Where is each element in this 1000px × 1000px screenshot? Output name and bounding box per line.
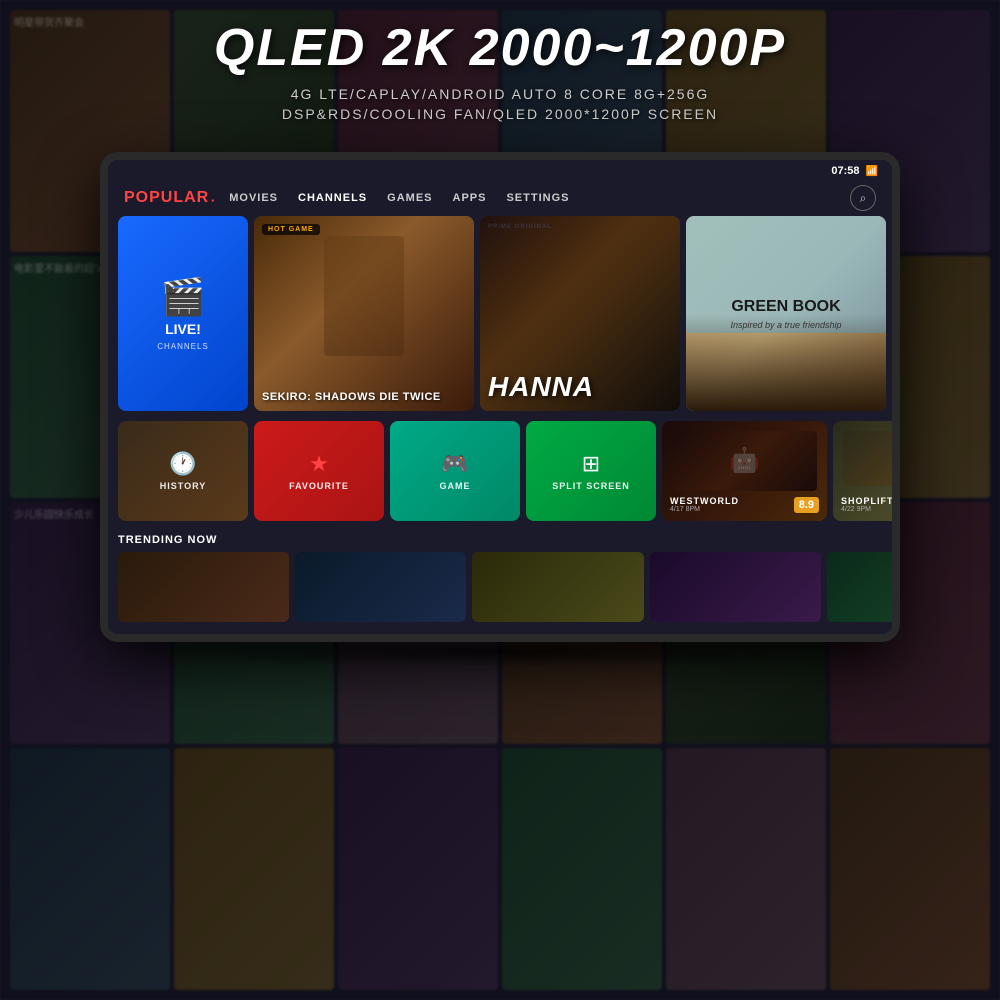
sekiro-title: SEKIRO: SHADOWS DIE TWICE bbox=[262, 391, 466, 403]
nav-item-apps[interactable]: APPS bbox=[453, 192, 487, 204]
hanna-tile[interactable]: PRIME ORIGINAL HANNA bbox=[480, 216, 680, 411]
middle-row: 🕐 HISTORY ★ FAVOURITE 🎮 GAME bbox=[118, 421, 892, 521]
nav-bar: POPULAR MOVIES CHANNELS GAMES APPS SETTI… bbox=[108, 180, 892, 216]
subtitle2: DSP&RDS/COOLING FAN/QLED 2000*1200P SCRE… bbox=[214, 106, 786, 122]
splitscreen-icon: ⊞ bbox=[582, 451, 600, 477]
title-section: QLED 2K 2000~1200P 4G LTE/CAPLAY/ANDROID… bbox=[214, 18, 786, 122]
nav-item-movies[interactable]: MOVIES bbox=[229, 192, 278, 204]
star-icon: ★ bbox=[309, 451, 329, 477]
search-button[interactable]: ⌕ bbox=[850, 185, 876, 211]
history-tile[interactable]: 🕐 HISTORY bbox=[118, 421, 248, 521]
content-area: 🎬 LIVE! CHANNELS HOT GAME SEKIRO: SHADOW… bbox=[118, 216, 882, 624]
westworld-rating: 8.9 bbox=[794, 497, 819, 513]
trending-thumb-4[interactable] bbox=[650, 552, 821, 622]
westworld-ep: 4/17 8PM bbox=[670, 506, 739, 513]
device-mockup: 07:58 📶 POPULAR MOVIES CHANNELS GAMES AP… bbox=[100, 152, 900, 642]
shoplifters-title: SHOPLIFTERS bbox=[841, 496, 892, 506]
camera-icon: 🎬 bbox=[161, 276, 206, 318]
trending-thumb-1[interactable] bbox=[118, 552, 289, 622]
splitscreen-label: SPLIT SCREEN bbox=[552, 481, 630, 491]
game-label: GAME bbox=[440, 481, 471, 491]
clock-icon: 🕐 bbox=[169, 451, 196, 477]
history-label: HISTORY bbox=[160, 481, 207, 491]
shoplifters-ep: 4/22 9PM bbox=[841, 506, 892, 513]
trending-section: TRENDING NOW bbox=[118, 530, 892, 624]
main-title: QLED 2K 2000~1200P bbox=[214, 18, 786, 78]
nav-item-channels[interactable]: CHANNELS bbox=[298, 192, 367, 204]
favourite-tile[interactable]: ★ FAVOURITE bbox=[254, 421, 384, 521]
hot-game-badge: HOT GAME bbox=[262, 224, 320, 235]
shoplifters-text: SHOPLIFTERS 4/22 9PM bbox=[841, 496, 892, 513]
gamepad-icon: 🎮 bbox=[441, 451, 468, 477]
greenbook-tile[interactable]: GREEN BOOK Inspired by a true friendship bbox=[686, 216, 886, 411]
sekiro-tile[interactable]: HOT GAME SEKIRO: SHADOWS DIE TWICE bbox=[254, 216, 474, 411]
greenbook-title: GREEN BOOK bbox=[731, 297, 840, 316]
trending-thumb-3[interactable] bbox=[472, 552, 643, 622]
greenbook-sub: Inspired by a true friendship bbox=[730, 320, 841, 330]
hanna-title: HANNA bbox=[488, 371, 672, 403]
nav-item-games[interactable]: GAMES bbox=[387, 192, 432, 204]
westworld-info: WESTWORLD 4/17 8PM 8.9 bbox=[670, 496, 819, 513]
top-row: 🎬 LIVE! CHANNELS HOT GAME SEKIRO: SHADOW… bbox=[118, 216, 892, 411]
device-screen: 07:58 📶 POPULAR MOVIES CHANNELS GAMES AP… bbox=[108, 160, 892, 634]
westworld-tile[interactable]: 🤖 WESTWORLD 4/17 8PM 8.9 bbox=[662, 421, 827, 521]
nav-logo[interactable]: POPULAR bbox=[124, 189, 209, 207]
game-tile[interactable]: 🎮 GAME bbox=[390, 421, 520, 521]
sekiro-bg: HOT GAME SEKIRO: SHADOWS DIE TWICE bbox=[254, 216, 474, 411]
nav-item-settings[interactable]: SETTINGS bbox=[506, 192, 569, 204]
trending-row bbox=[118, 552, 892, 622]
status-bar: 07:58 📶 bbox=[108, 160, 892, 182]
main-container: QLED 2K 2000~1200P 4G LTE/CAPLAY/ANDROID… bbox=[0, 0, 1000, 1000]
subtitle1: 4G LTE/CAPLAY/ANDROID AUTO 8 CORE 8G+256… bbox=[214, 86, 786, 102]
live-channels-tile[interactable]: 🎬 LIVE! CHANNELS bbox=[118, 216, 248, 411]
westworld-text: WESTWORLD 4/17 8PM bbox=[670, 496, 739, 513]
splitscreen-tile[interactable]: ⊞ SPLIT SCREEN bbox=[526, 421, 656, 521]
favourite-label: FAVOURITE bbox=[289, 481, 349, 491]
shoplifters-info: SHOPLIFTERS 4/22 9PM 8.5 bbox=[841, 496, 892, 513]
trending-thumb-2[interactable] bbox=[295, 552, 466, 622]
wifi-icon: 📶 bbox=[866, 166, 878, 177]
trending-thumb-5[interactable] bbox=[827, 552, 892, 622]
live-label: LIVE! bbox=[165, 322, 201, 337]
live-sublabel: CHANNELS bbox=[157, 342, 209, 351]
shoplifters-tile[interactable]: 👨‍👩‍👧 SHOPLIFTERS 4/22 9PM 8.5 bbox=[833, 421, 892, 521]
westworld-title: WESTWORLD bbox=[670, 496, 739, 506]
trending-label: TRENDING NOW bbox=[118, 530, 892, 546]
status-time: 07:58 bbox=[831, 165, 859, 177]
search-icon: ⌕ bbox=[860, 191, 867, 206]
